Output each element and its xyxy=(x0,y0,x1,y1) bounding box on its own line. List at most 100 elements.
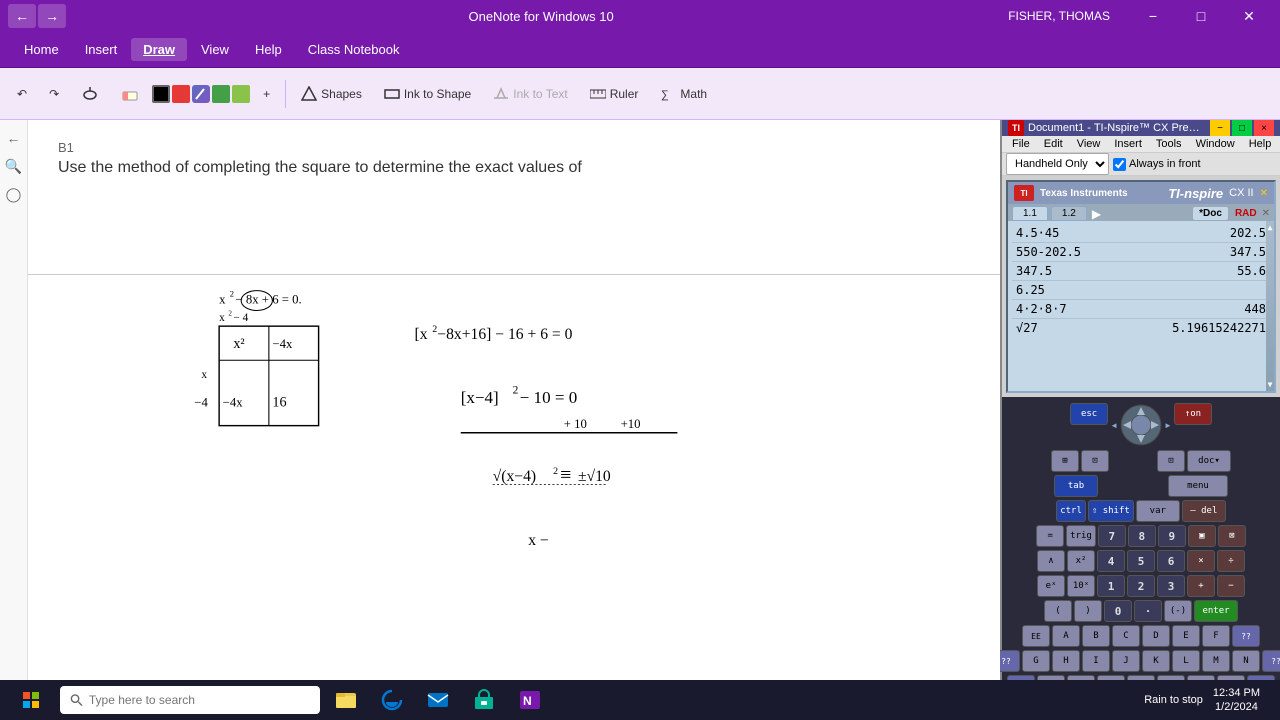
ti-minimize-button[interactable]: − xyxy=(1210,120,1230,136)
search-input[interactable] xyxy=(89,693,310,707)
window-controls[interactable]: − □ ✕ xyxy=(1130,0,1272,32)
key-var[interactable]: var xyxy=(1136,500,1180,522)
ti-menu-tools[interactable]: Tools xyxy=(1150,136,1188,152)
key-d[interactable]: D xyxy=(1142,625,1170,647)
key-g[interactable]: G xyxy=(1022,650,1050,672)
key-e[interactable]: E xyxy=(1172,625,1200,647)
key-rparen[interactable]: ) xyxy=(1074,600,1102,622)
menu-draw[interactable]: Draw xyxy=(131,38,187,61)
ti-maximize-button[interactable]: □ xyxy=(1232,120,1252,136)
key-esc[interactable]: esc xyxy=(1070,403,1108,425)
key-ctrl[interactable]: ctrl xyxy=(1056,500,1086,522)
key-graph[interactable]: ⊡ xyxy=(1157,450,1185,472)
key-l[interactable]: L xyxy=(1172,650,1200,672)
ti-screen-close-icon[interactable]: ✕ xyxy=(1260,188,1268,199)
key-on[interactable]: ↑on xyxy=(1174,403,1212,425)
ti-menu-window[interactable]: Window xyxy=(1190,136,1241,152)
key-2[interactable]: 2 xyxy=(1127,575,1155,597)
key-doc[interactable]: doc▾ xyxy=(1187,450,1231,472)
calc-scrollbar[interactable]: ▲ ▼ xyxy=(1266,221,1274,391)
key-dot[interactable]: · xyxy=(1134,600,1162,622)
key-6[interactable]: 6 xyxy=(1157,550,1185,572)
key-ex[interactable]: eˣ xyxy=(1037,575,1065,597)
taskbar-onenote-icon[interactable]: N xyxy=(510,682,550,718)
ink-to-text-button[interactable]: Ink to Text xyxy=(484,76,576,112)
key-c[interactable]: C xyxy=(1112,625,1140,647)
taskbar-store-icon[interactable] xyxy=(464,682,504,718)
redo-button[interactable]: ↷ xyxy=(40,76,68,112)
nav-pad[interactable] xyxy=(1119,403,1163,447)
key-multiply[interactable]: × xyxy=(1187,550,1215,572)
key-i[interactable]: I xyxy=(1082,650,1110,672)
key-5[interactable]: 5 xyxy=(1127,550,1155,572)
key-ee[interactable]: EE xyxy=(1022,625,1050,647)
key-3[interactable]: 3 xyxy=(1157,575,1185,597)
menu-insert[interactable]: Insert xyxy=(73,38,130,61)
key-j[interactable]: J xyxy=(1112,650,1140,672)
tab-play-icon[interactable]: ▶ xyxy=(1092,207,1101,221)
screen-close-x[interactable]: ✕ xyxy=(1262,208,1270,219)
key-xsquare[interactable]: x² xyxy=(1067,550,1095,572)
ti-menu-view[interactable]: View xyxy=(1071,136,1107,152)
pen-red[interactable] xyxy=(172,85,190,103)
ti-menu-file[interactable]: File xyxy=(1006,136,1036,152)
key-equals[interactable]: = xyxy=(1036,525,1064,547)
close-button[interactable]: ✕ xyxy=(1226,0,1272,32)
key-menu[interactable]: menu xyxy=(1168,475,1228,497)
ti-close-button[interactable]: × xyxy=(1254,120,1274,136)
key-a[interactable]: A xyxy=(1052,625,1080,647)
note-content[interactable]: B1 Use the method of completing the squa… xyxy=(28,120,1000,680)
maximize-button[interactable]: □ xyxy=(1178,0,1224,32)
math-button[interactable]: ∑ Math xyxy=(651,76,716,112)
key-plus[interactable]: + xyxy=(1187,575,1215,597)
key-7[interactable]: 7 xyxy=(1098,525,1126,547)
eraser-button[interactable] xyxy=(112,76,148,112)
key-9[interactable]: 9 xyxy=(1158,525,1186,547)
doc-name[interactable]: *Doc xyxy=(1193,207,1228,220)
sidebar-history-icon[interactable]: ◯ xyxy=(4,184,24,204)
ruler-button[interactable]: Ruler xyxy=(581,76,648,112)
system-clock[interactable]: 12:34 PM 1/2/2024 xyxy=(1209,686,1264,715)
key-caret[interactable]: ∧ xyxy=(1037,550,1065,572)
key-trig[interactable]: trig xyxy=(1066,525,1096,547)
always-in-front-checkbox[interactable] xyxy=(1113,158,1126,171)
pen-lightgreen[interactable] xyxy=(232,85,250,103)
menu-view[interactable]: View xyxy=(189,38,241,61)
key-f[interactable]: F xyxy=(1202,625,1230,647)
key-10x[interactable]: 10ˣ xyxy=(1067,575,1095,597)
undo-button[interactable]: ↶ xyxy=(8,76,36,112)
sidebar-search-icon[interactable]: 🔍 xyxy=(4,156,24,176)
ti-menu-help[interactable]: Help xyxy=(1243,136,1278,152)
ti-menu-insert[interactable]: Insert xyxy=(1108,136,1148,152)
key-m[interactable]: M xyxy=(1202,650,1230,672)
ti-window-controls[interactable]: − □ × xyxy=(1210,120,1274,136)
key-1[interactable]: 1 xyxy=(1097,575,1125,597)
key-8[interactable]: 8 xyxy=(1128,525,1156,547)
ti-menu-edit[interactable]: Edit xyxy=(1038,136,1069,152)
key-frac[interactable]: ▣ xyxy=(1188,525,1216,547)
key-tab[interactable]: tab xyxy=(1054,475,1098,497)
key-0[interactable]: 0 xyxy=(1104,600,1132,622)
taskbar-edge-icon[interactable] xyxy=(372,682,412,718)
pen-green[interactable] xyxy=(212,85,230,103)
taskbar-search-box[interactable] xyxy=(60,686,320,714)
sidebar-back-icon[interactable]: ← xyxy=(4,128,24,148)
key-scratchpad[interactable]: ⊞ xyxy=(1051,450,1079,472)
key-enter[interactable]: enter xyxy=(1194,600,1238,622)
minimize-button[interactable]: − xyxy=(1130,0,1176,32)
key-k[interactable]: K xyxy=(1142,650,1170,672)
tab-1-2[interactable]: 1.2 xyxy=(1051,206,1087,221)
pen-blue[interactable] xyxy=(192,85,210,103)
taskbar-explorer-icon[interactable] xyxy=(326,682,366,718)
add-pen-button[interactable]: + xyxy=(254,76,279,112)
key-n[interactable]: N xyxy=(1232,650,1260,672)
key-shift[interactable]: ⇧ shift xyxy=(1088,500,1134,522)
key-divide[interactable]: ÷ xyxy=(1217,550,1245,572)
key-4[interactable]: 4 xyxy=(1097,550,1125,572)
pen-black[interactable] xyxy=(152,85,170,103)
lasso-button[interactable] xyxy=(72,76,108,112)
key-negate[interactable]: (-) xyxy=(1164,600,1192,622)
key-misc4[interactable]: ?? xyxy=(1262,650,1280,672)
tab-1-1[interactable]: 1.1 xyxy=(1012,206,1048,221)
ink-to-shape-button[interactable]: Ink to Shape xyxy=(375,76,480,112)
